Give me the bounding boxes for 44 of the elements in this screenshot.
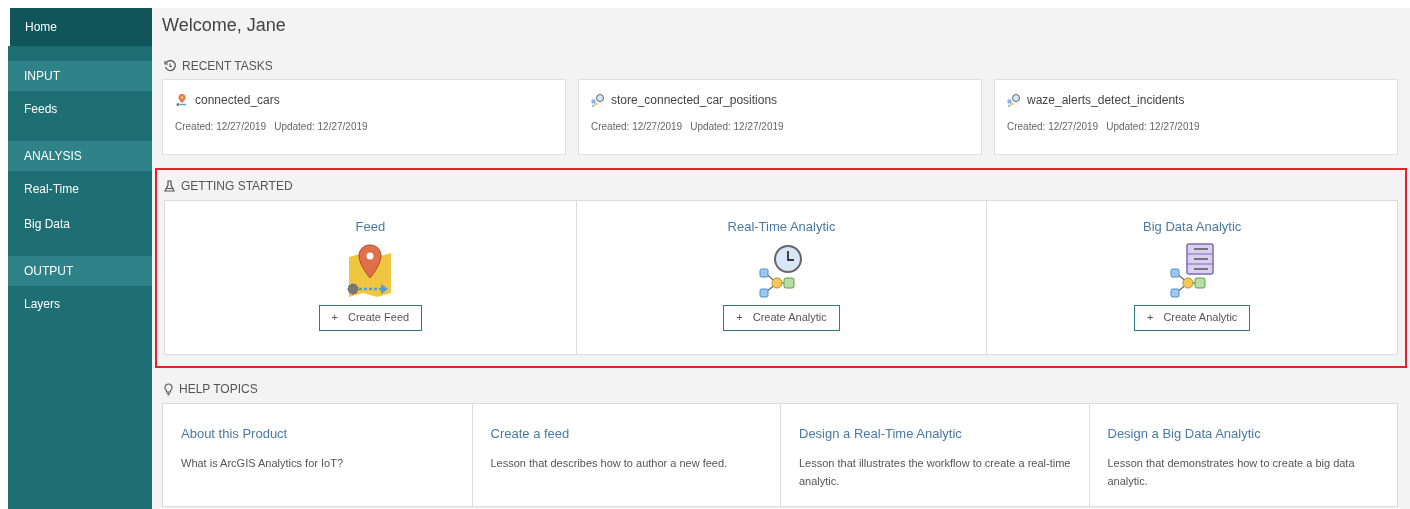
- card-title[interactable]: Feed: [355, 217, 386, 237]
- history-icon: [164, 60, 176, 72]
- help-topic-link[interactable]: Design a Real-Time Analytic: [799, 424, 1071, 444]
- create-button[interactable]: + Create Analytic: [723, 304, 840, 331]
- page-title: Welcome, Jane: [162, 13, 287, 37]
- sidebar-section-header: ANALYSIS: [8, 141, 152, 171]
- task-name: waze_alerts_detect_incidents: [1027, 92, 1185, 109]
- created-date: Created: 12/27/2019: [1007, 120, 1099, 134]
- sidebar-item[interactable]: Home: [8, 8, 152, 46]
- created-date: Created: 12/27/2019: [591, 120, 683, 134]
- task-name: connected_cars: [195, 92, 280, 109]
- updated-date: Updated: 12/27/2019: [690, 120, 784, 134]
- card-title[interactable]: Big Data Analytic: [1143, 217, 1242, 237]
- task-card[interactable]: waze_alerts_detect_incidents Created: 12/27/2019 Updated: 12/27/2019: [994, 79, 1398, 155]
- task-card[interactable]: store_connected_car_positions Created: 12/27/2019 Updated: 12/27/2019: [578, 79, 982, 155]
- analytic-icon: [1007, 93, 1021, 107]
- map-pin-icon: [175, 93, 189, 107]
- help-topic-description: Lesson that illustrates the workflow to create a real-time analytic.: [799, 455, 1071, 489]
- sidebar-item[interactable]: Feeds: [8, 91, 152, 126]
- sidebar-item[interactable]: Real-Time: [8, 171, 152, 206]
- help-topic-description: Lesson that demonstrates how to create a big data analytic.: [1107, 455, 1356, 489]
- sidebar-section-header: INPUT: [8, 61, 152, 91]
- help-topic-link[interactable]: Design a Big Data Analytic: [1107, 424, 1379, 444]
- section-title: HELP TOPICS: [179, 381, 258, 398]
- create-button[interactable]: + Create Analytic: [1133, 304, 1251, 331]
- help-topic-description: What is ArcGIS Analytics for IoT?: [181, 455, 344, 471]
- help-topic-description: Lesson that describes how to author a new feed.: [490, 455, 729, 471]
- help-topic-link[interactable]: Create a feed: [490, 424, 762, 444]
- help-topic-link[interactable]: About this Product: [181, 424, 454, 444]
- sidebar-item[interactable]: Layers: [8, 286, 152, 321]
- task-card[interactable]: connected_cars Created: 12/27/2019 Updated: 12/27/2019: [162, 79, 566, 155]
- sidebar-item[interactable]: Big Data: [8, 206, 152, 241]
- section-title: RECENT TASKS: [182, 58, 273, 75]
- create-button[interactable]: + Create Feed: [318, 304, 423, 331]
- created-date: Created: 12/27/2019: [175, 120, 267, 134]
- section-title: GETTING STARTED: [181, 178, 293, 195]
- sidebar-section-header: OUTPUT: [8, 256, 152, 286]
- analytic-icon: [591, 93, 605, 107]
- lightbulb-icon: [164, 382, 173, 396]
- card-title[interactable]: Real-Time Analytic: [727, 217, 836, 237]
- task-name: store_connected_car_positions: [611, 92, 778, 109]
- flask-icon: [164, 180, 175, 192]
- updated-date: Updated: 12/27/2019: [1106, 120, 1200, 134]
- updated-date: Updated: 12/27/2019: [274, 120, 368, 134]
